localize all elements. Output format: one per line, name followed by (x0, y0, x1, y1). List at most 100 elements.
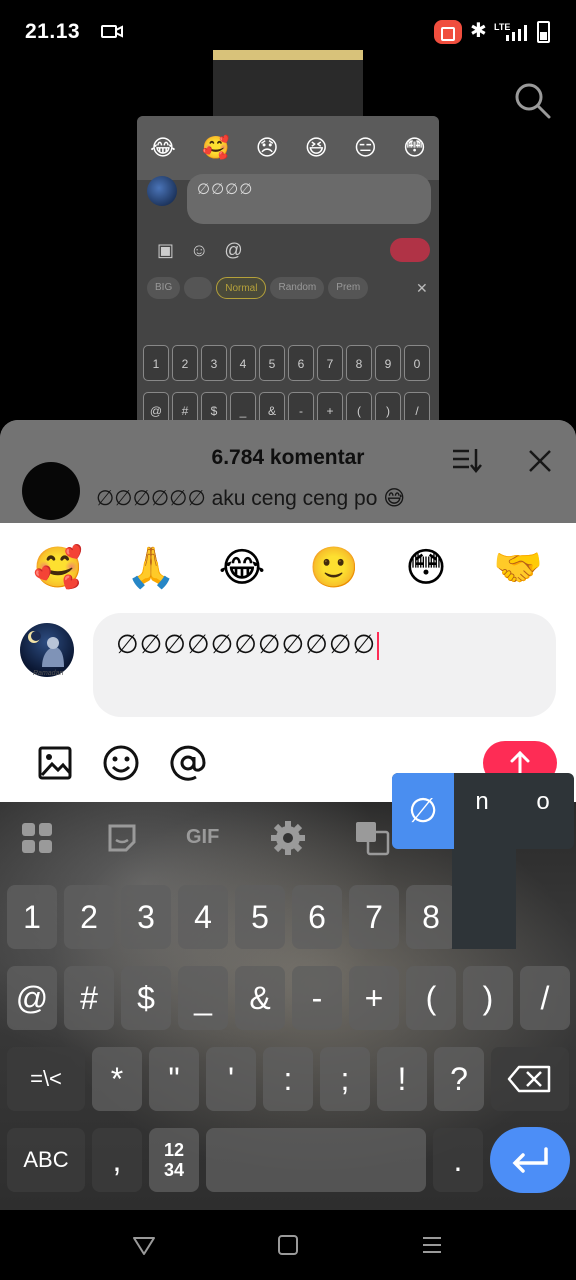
status-time: 21.13 (25, 20, 81, 43)
key-colon[interactable]: : (263, 1047, 313, 1111)
comments-panel (0, 420, 576, 540)
mini-at-icon: @ (224, 240, 243, 260)
mini-chevron (184, 277, 213, 299)
mini-key: 9 (375, 345, 401, 381)
comma-key[interactable]: , (92, 1128, 142, 1192)
backspace-key[interactable] (491, 1047, 569, 1111)
numpad-key[interactable]: 12 34 (149, 1128, 199, 1192)
search-icon[interactable] (512, 80, 552, 120)
key-double-quote[interactable]: " (149, 1047, 199, 1111)
mini-emoji: 😂 (150, 135, 176, 160)
key-asterisk[interactable]: * (92, 1047, 142, 1111)
mini-key: 4 (230, 345, 256, 381)
enter-icon (512, 1147, 548, 1173)
key-plus[interactable]: + (349, 966, 399, 1030)
mini-send-button (390, 238, 430, 262)
key-6[interactable]: 6 (292, 885, 342, 949)
mini-tools: ▣ ☺ @ (157, 240, 243, 261)
video-camera-icon (101, 25, 123, 38)
sort-icon[interactable] (451, 446, 483, 474)
key-3[interactable]: 3 (121, 885, 171, 949)
gear-icon[interactable] (268, 818, 308, 858)
screen-record-icon (434, 20, 462, 44)
period-key[interactable]: . (433, 1128, 483, 1192)
key-more-symbols[interactable]: =\< (7, 1047, 85, 1111)
mini-pill: Prem (328, 277, 369, 299)
mini-key: 7 (317, 345, 343, 381)
key-single-quote[interactable]: ' (206, 1047, 256, 1111)
key-1[interactable]: 1 (7, 885, 57, 949)
key-at[interactable]: @ (7, 966, 57, 1030)
sticker-icon[interactable] (102, 818, 142, 858)
key-dollar[interactable]: $ (121, 966, 171, 1030)
translate-icon[interactable] (352, 818, 392, 858)
mini-pill: BIG (147, 277, 181, 299)
key-underscore[interactable]: _ (178, 966, 228, 1030)
mini-pill: Normal (216, 277, 267, 299)
mini-smiley-icon: ☺ (190, 240, 209, 260)
key-slash[interactable]: / (520, 966, 570, 1030)
quick-emoji-button[interactable]: 🥰 (28, 540, 88, 596)
home-icon[interactable] (275, 1232, 301, 1258)
smiley-icon[interactable] (101, 743, 141, 783)
back-icon[interactable] (131, 1232, 157, 1258)
mini-input-text: ∅∅∅∅ (197, 181, 254, 198)
mini-close-icon: ✕ (416, 280, 428, 296)
mini-pill: Random (270, 277, 325, 299)
enter-key[interactable] (490, 1127, 570, 1193)
quick-emoji-button[interactable]: 🙏 (121, 540, 181, 596)
key-5[interactable]: 5 (235, 885, 285, 949)
key-ampersand[interactable]: & (235, 966, 285, 1030)
key-4[interactable]: 4 (178, 885, 228, 949)
mini-image-icon: ▣ (157, 240, 175, 260)
suggestion-popup-tail (452, 849, 516, 949)
mini-key: 1 (143, 345, 169, 381)
comment-input-text[interactable]: ∅∅∅∅∅∅∅∅∅∅∅ (116, 630, 380, 660)
image-icon[interactable] (35, 743, 75, 783)
backspace-icon (507, 1065, 551, 1093)
quick-emoji-button[interactable]: 🤝 (488, 540, 548, 596)
comment-input[interactable] (93, 613, 556, 717)
key-close-paren[interactable]: ) (463, 966, 513, 1030)
mini-emoji: 😳 (402, 135, 426, 160)
comment-input-value: ∅∅∅∅∅∅∅∅∅∅∅ (116, 630, 377, 660)
suggestion-item[interactable]: o (523, 788, 563, 816)
space-key[interactable] (206, 1128, 426, 1192)
key-minus[interactable]: - (292, 966, 342, 1030)
key-8[interactable]: 8 (406, 885, 456, 949)
key-exclamation[interactable]: ! (377, 1047, 427, 1111)
comment-text: ∅∅∅∅∅∅ aku ceng ceng po 😅 (96, 487, 406, 510)
comment-avatar[interactable] (22, 462, 80, 520)
quick-emoji-button[interactable]: 🙂 (304, 540, 364, 596)
comments-count: 6.784 komentar (211, 446, 365, 469)
abc-key[interactable]: ABC (7, 1128, 85, 1192)
text-caret (377, 631, 380, 660)
menu-icon[interactable] (419, 1232, 445, 1258)
mini-key: 5 (259, 345, 285, 381)
avatar-figure-icon (28, 631, 64, 667)
video-keyboard-strip (213, 50, 363, 120)
mini-avatar (147, 176, 177, 206)
mini-emoji-row: 😂 🥰 😞 😆 😑 😳 (137, 116, 439, 180)
key-open-paren[interactable]: ( (406, 966, 456, 1030)
mini-emoji: 😆 (304, 135, 328, 160)
quick-emoji-button[interactable]: 😳 (396, 540, 456, 596)
gif-button[interactable]: GIF (186, 826, 219, 849)
mini-emoji: 😞 (255, 135, 279, 160)
apps-grid-icon[interactable] (17, 818, 57, 858)
suggestion-item[interactable]: n (462, 788, 502, 816)
key-question[interactable]: ? (434, 1047, 484, 1111)
battery-icon (537, 21, 550, 43)
mini-key: 0 (404, 345, 430, 381)
numpad-key-top: 12 (163, 1140, 185, 1160)
mini-key: 8 (346, 345, 372, 381)
mention-icon[interactable] (168, 743, 208, 783)
key-semicolon[interactable]: ; (320, 1047, 370, 1111)
key-hash[interactable]: # (64, 966, 114, 1030)
close-icon[interactable] (527, 448, 553, 474)
key-7[interactable]: 7 (349, 885, 399, 949)
key-2[interactable]: 2 (64, 885, 114, 949)
user-avatar (20, 623, 74, 677)
suggestion-selected[interactable]: ∅ (392, 773, 454, 849)
quick-emoji-button[interactable]: 😂 (212, 540, 272, 596)
